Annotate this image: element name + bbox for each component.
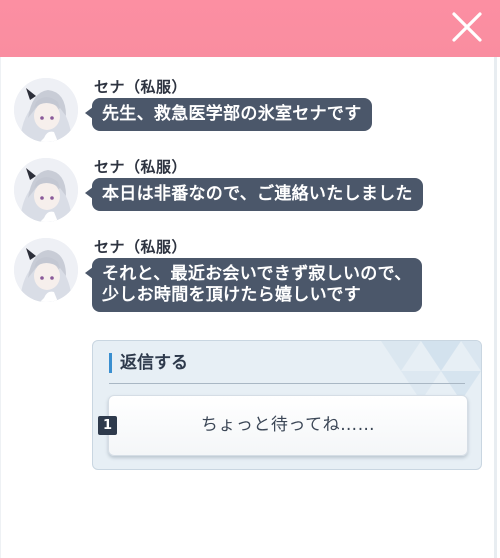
choice-number-badge: 1 — [98, 416, 117, 435]
header-bar — [0, 0, 500, 57]
avatar — [14, 238, 78, 302]
triangle-pattern-icon — [381, 341, 481, 401]
avatar — [14, 158, 78, 222]
message-bubble: それと、最近お会いできず寂しいので、 少しお時間を頂けたら嬉しいです — [85, 258, 422, 312]
reply-header: 返信する — [109, 353, 188, 373]
message-bubble: 本日は非番なので、ご連絡いたしました — [85, 178, 423, 211]
sender-name: セナ（私服） — [94, 158, 188, 176]
close-icon — [452, 12, 482, 42]
sender-name: セナ（私服） — [94, 78, 188, 96]
reply-choice-button[interactable]: ちょっと待ってね…… — [108, 395, 468, 456]
message-bubble: 先生、救急医学部の氷室セナです — [85, 98, 372, 131]
sender-name: セナ（私服） — [94, 238, 188, 256]
close-button[interactable] — [450, 10, 484, 44]
divider — [109, 383, 465, 384]
avatar — [14, 78, 78, 142]
